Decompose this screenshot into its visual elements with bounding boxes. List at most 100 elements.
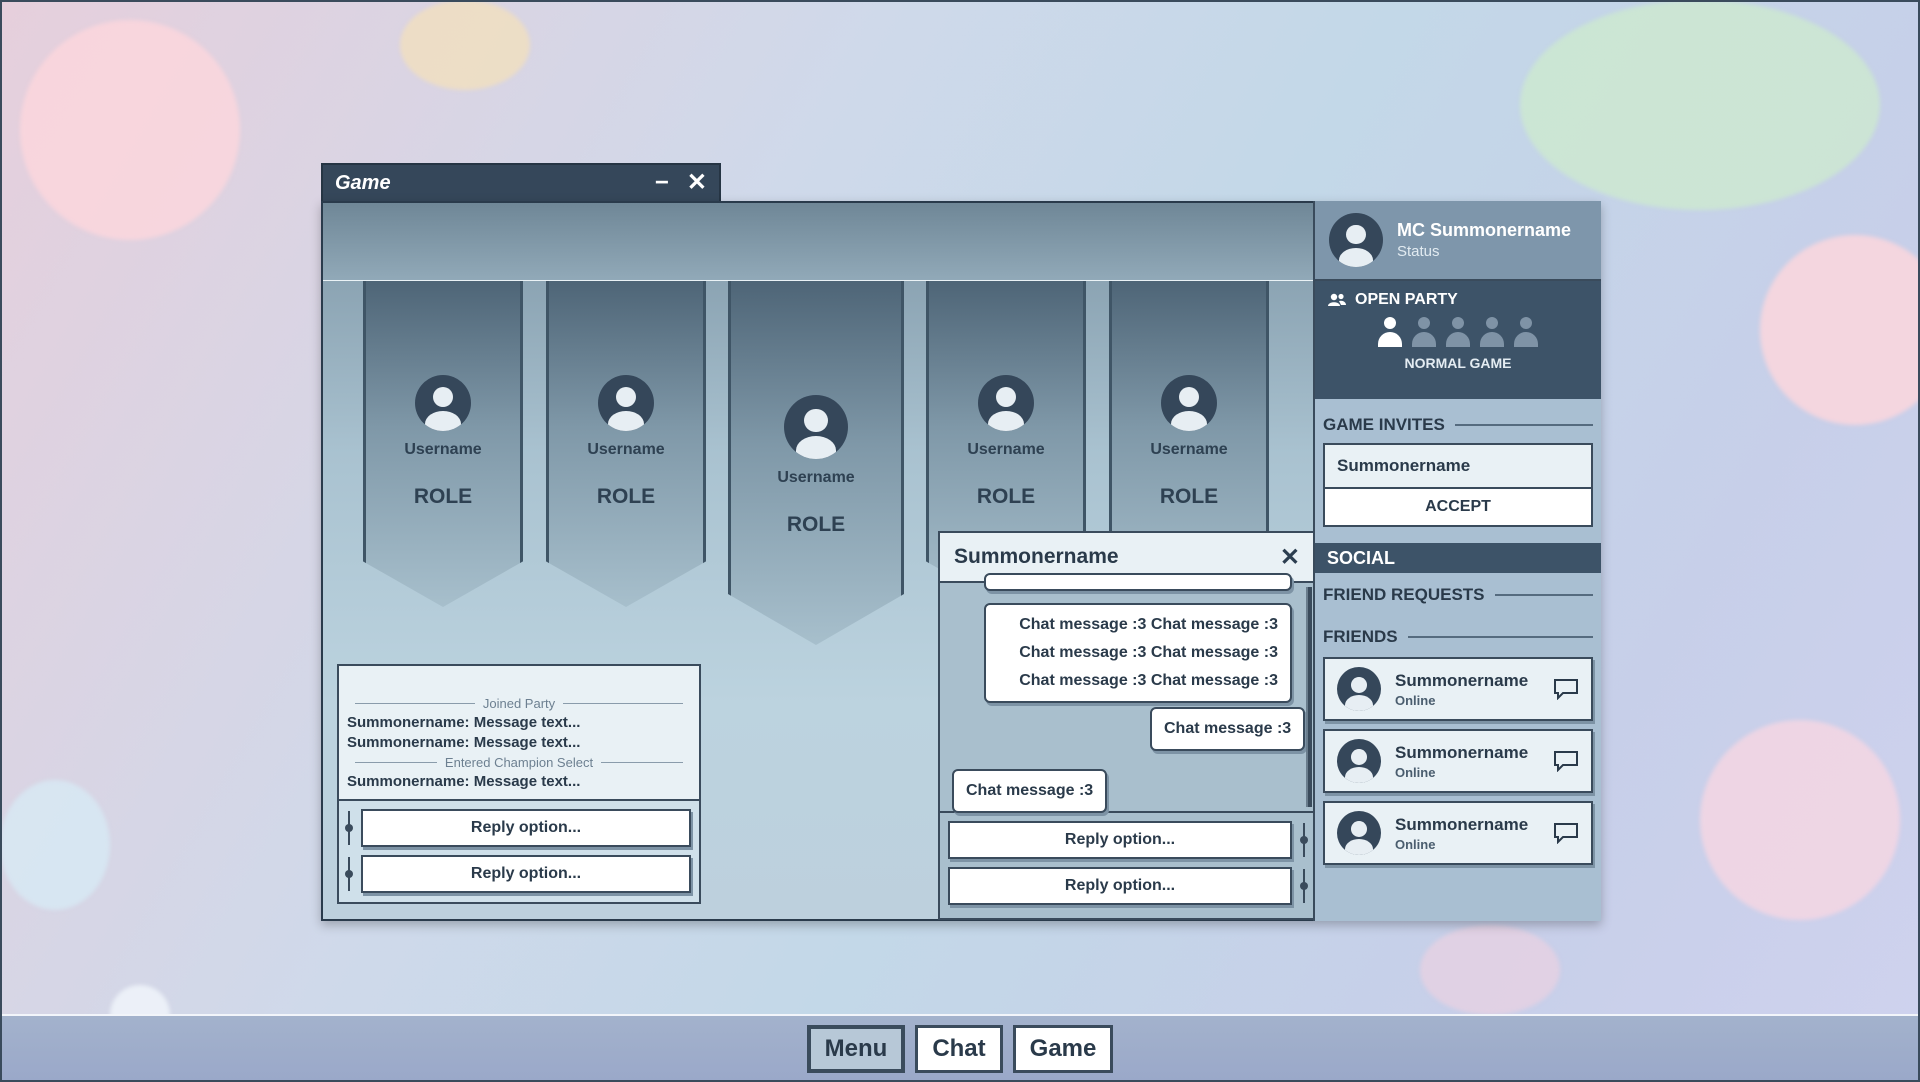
chat-window: Summonername ✕ Chat message :3 Chat mess… [938,531,1316,920]
reply-slider-icon [1300,823,1308,857]
friend-requests-label: FRIEND REQUESTS [1323,585,1485,604]
bokeh-pink [20,20,240,240]
profile-card[interactable]: MC Summonername Status [1315,201,1601,281]
profile-status[interactable]: Status [1397,243,1571,260]
player-banner-1[interactable]: Username ROLE [363,281,523,607]
avatar-icon [415,375,471,431]
reply-slider-icon [345,811,353,845]
player-username: Username [1150,441,1228,458]
reply-row: Reply option... [948,821,1308,859]
reply-slider-icon [1300,869,1308,903]
avatar-icon [1161,375,1217,431]
party-log-panel: Joined Party Summonername: Message text.… [337,664,701,904]
close-icon[interactable]: ✕ [687,171,707,195]
game-button[interactable]: Game [1012,1025,1114,1073]
player-role: ROLE [786,513,846,536]
player-username: Username [587,441,665,458]
party-panel[interactable]: OPEN PARTY NORMAL GAME [1315,281,1601,399]
chat-bubble: Chat message :3 [952,769,1108,813]
friend-name: Summonername [1395,670,1529,690]
reply-option-button[interactable]: Reply option... [948,867,1292,905]
chat-replies: Reply option... Reply option... [940,813,1314,905]
party-slot-empty-icon[interactable] [1480,317,1504,351]
friend-item[interactable]: Summonername Online [1323,729,1593,793]
player-username: Username [967,441,1045,458]
log-event: Joined Party [347,696,691,711]
party-slot-empty-icon[interactable] [1514,317,1538,351]
chat-bubble: Chat message :3 [1150,707,1306,751]
taskbar: Menu Chat Game [0,1014,1920,1082]
friends-label: FRIENDS [1323,627,1398,646]
chat-messages[interactable]: Chat message :3 Chat message :3 Chat mes… [940,573,1314,813]
player-username: Username [404,441,482,458]
chat-scrollbar[interactable] [1306,587,1312,807]
friend-status: Online [1395,836,1436,852]
player-banner-3[interactable]: Username ROLE [728,281,904,645]
avatar-icon [1337,667,1381,711]
bokeh-yellow [400,0,530,90]
bokeh-green [1520,0,1880,210]
menu-button[interactable]: Menu [806,1025,906,1073]
reply-row: Reply option... [345,809,691,847]
party-title: OPEN PARTY [1355,291,1458,308]
minimize-icon[interactable]: − [655,171,669,195]
reply-slider-icon [345,857,353,891]
avatar-icon [784,395,848,459]
bokeh-pink-lower [1700,720,1900,920]
friend-name: Summonername [1395,814,1529,834]
friend-requests-heading[interactable]: FRIEND REQUESTS [1315,585,1601,605]
game-invites-label: GAME INVITES [1323,415,1445,434]
party-slot-empty-icon[interactable] [1412,317,1436,351]
reply-option-button[interactable]: Reply option... [361,809,691,847]
party-slots [1327,317,1589,351]
reply-row: Reply option... [948,867,1308,905]
player-role: ROLE [413,485,473,508]
chat-bubble-icon[interactable] [1553,822,1579,844]
reply-row: Reply option... [345,855,691,893]
bokeh-pink-bottom [1420,925,1560,1015]
party-slot-filled-icon [1378,317,1402,351]
chat-bubble-icon[interactable] [1553,678,1579,700]
banner-rail [323,203,1313,281]
game-invites-heading: GAME INVITES [1315,415,1601,435]
game-window-titlebar[interactable]: Game − ✕ [321,163,721,203]
social-label: SOCIAL [1327,547,1396,568]
log-message: Summonername: Message text... [347,734,581,751]
friend-name: Summonername [1395,742,1529,762]
player-role: ROLE [596,485,656,508]
log-message: Summonername: Message text... [347,714,581,731]
bokeh-blue-left [0,780,110,910]
avatar-icon [1329,213,1383,267]
chat-bubble-icon[interactable] [1553,750,1579,772]
log-event: Entered Champion Select [347,755,691,770]
chat-bubble-clipped [984,573,1292,591]
reply-option-button[interactable]: Reply option... [361,855,691,893]
player-role: ROLE [1159,485,1219,508]
friend-status: Online [1395,764,1436,780]
chat-button[interactable]: Chat [915,1025,1003,1073]
party-mode: NORMAL GAME [1404,355,1512,371]
friends-heading[interactable]: FRIENDS [1315,627,1601,647]
chat-bubble: Chat message :3 Chat message :3 Chat mes… [984,603,1292,703]
game-window-title: Game [335,171,391,194]
avatar-icon [598,375,654,431]
party-icon [1328,293,1346,306]
player-username: Username [777,469,855,486]
accept-button[interactable]: ACCEPT [1325,489,1591,525]
party-slot-empty-icon[interactable] [1446,317,1470,351]
chat-title: Summonername [954,545,1119,568]
social-sidebar: MC Summonername Status OPEN PARTY NORMAL… [1313,201,1601,921]
player-role: ROLE [976,485,1036,508]
game-invite-card: Summonername ACCEPT [1323,443,1593,527]
friend-status: Online [1395,692,1436,708]
profile-name: MC Summonername [1397,220,1572,240]
close-icon[interactable]: ✕ [1280,543,1300,572]
social-heading: SOCIAL [1315,543,1601,573]
invite-sender: Summonername [1325,445,1591,489]
reply-option-button[interactable]: Reply option... [948,821,1292,859]
player-banner-2[interactable]: Username ROLE [546,281,706,607]
avatar-icon [1337,811,1381,855]
friend-item[interactable]: Summonername Online [1323,801,1593,865]
friend-item[interactable]: Summonername Online [1323,657,1593,721]
party-log: Joined Party Summonername: Message text.… [339,666,699,801]
